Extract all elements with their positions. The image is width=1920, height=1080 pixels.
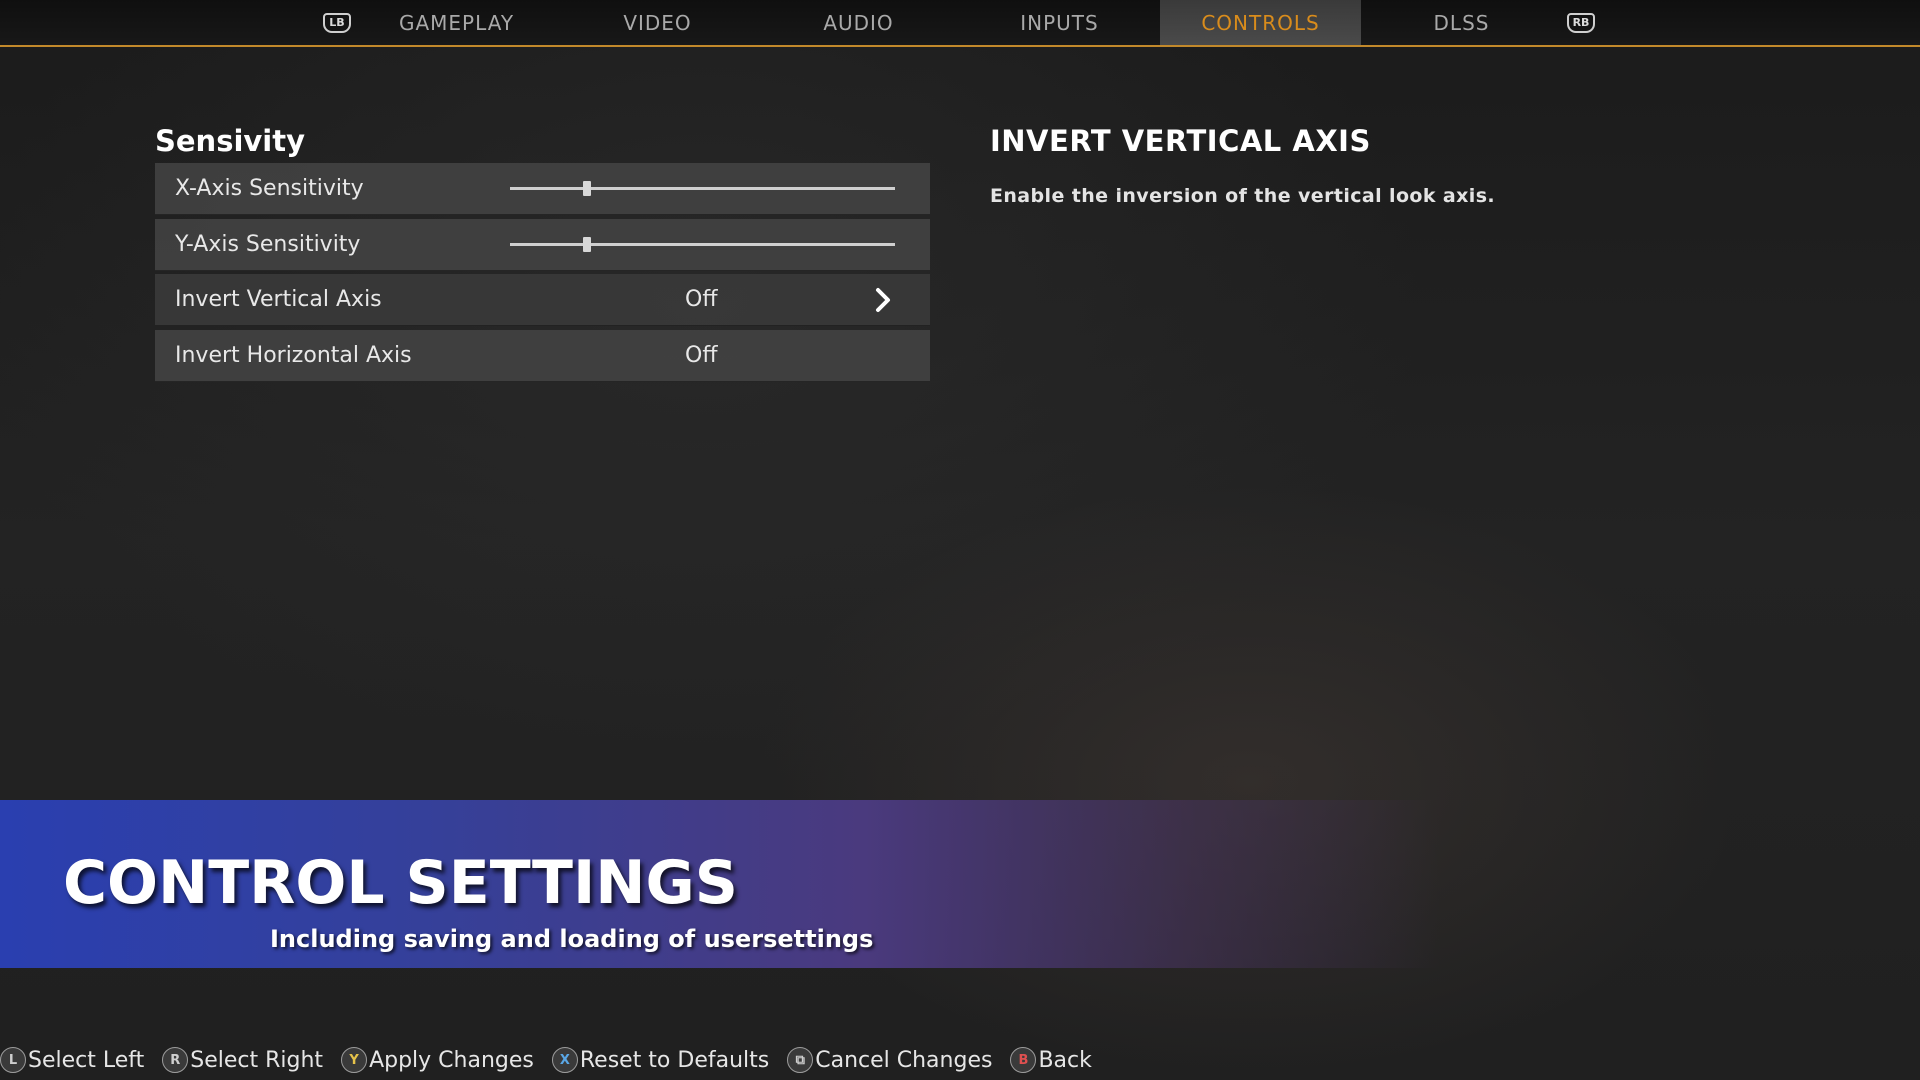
- setting-row-y-axis-sensitivity[interactable]: Y-Axis Sensitivity: [155, 218, 930, 271]
- hint-label: Reset to Defaults: [579, 1047, 770, 1073]
- hint-select-right[interactable]: R Select Right: [162, 1047, 323, 1073]
- rb-bumper-icon[interactable]: RB: [1562, 0, 1600, 45]
- top-tab-bar: LB GAMEPLAY VIDEO AUDIO INPUTS CONTROLS …: [0, 0, 1920, 47]
- setting-row-invert-horizontal-axis[interactable]: Invert Horizontal Axis Off: [155, 329, 930, 382]
- y-button-icon: Y: [341, 1047, 368, 1073]
- hint-label: Apply Changes: [369, 1047, 534, 1073]
- chevron-right-icon[interactable]: [870, 287, 896, 313]
- tab-dlss[interactable]: DLSS: [1361, 0, 1562, 45]
- hint-reset-to-defaults[interactable]: X Reset to Defaults: [551, 1047, 770, 1073]
- setting-row-x-axis-sensitivity[interactable]: X-Axis Sensitivity: [155, 163, 930, 215]
- setting-label: Invert Vertical Axis: [175, 287, 382, 312]
- x-axis-sensitivity-slider[interactable]: [510, 181, 895, 196]
- hint-apply-changes[interactable]: Y Apply Changes: [341, 1047, 534, 1073]
- button-hints: L Select Left R Select Right Y Apply Cha…: [0, 1040, 1110, 1080]
- hint-back[interactable]: B Back: [1010, 1047, 1092, 1073]
- setting-row-invert-vertical-axis[interactable]: Invert Vertical Axis Off: [155, 274, 930, 326]
- description-text: Enable the inversion of the vertical loo…: [990, 185, 1496, 207]
- page-subtitle: Including saving and loading of usersett…: [270, 925, 874, 953]
- slider-knob[interactable]: [583, 236, 591, 252]
- tab-audio[interactable]: AUDIO: [758, 0, 959, 45]
- x-button-icon: X: [551, 1047, 578, 1073]
- tab-gameplay[interactable]: GAMEPLAY: [356, 0, 557, 45]
- left-stick-icon: L: [0, 1047, 26, 1073]
- page-banner: CONTROL SETTINGS Including saving and lo…: [0, 800, 1920, 968]
- tab-list: LB GAMEPLAY VIDEO AUDIO INPUTS CONTROLS …: [318, 0, 1600, 45]
- tab-controls[interactable]: CONTROLS: [1160, 0, 1361, 45]
- lb-bumper-icon[interactable]: LB: [318, 0, 356, 45]
- description-title: INVERT VERTICAL AXIS: [990, 124, 1371, 158]
- setting-value: Off: [685, 287, 718, 312]
- hint-label: Select Right: [190, 1047, 324, 1073]
- setting-label: Y-Axis Sensitivity: [175, 231, 361, 257]
- settings-list: X-Axis Sensitivity Y-Axis Sensitivity In…: [155, 163, 930, 385]
- hint-label: Cancel Changes: [815, 1047, 993, 1073]
- section-title: Sensivity: [155, 124, 306, 158]
- slider-knob[interactable]: [583, 181, 591, 196]
- y-axis-sensitivity-slider[interactable]: [510, 236, 895, 252]
- hint-label: Select Left: [28, 1047, 145, 1073]
- page-title: CONTROL SETTINGS: [63, 848, 738, 918]
- tab-inputs[interactable]: INPUTS: [959, 0, 1160, 45]
- right-stick-icon: R: [162, 1047, 189, 1073]
- tab-video[interactable]: VIDEO: [557, 0, 758, 45]
- b-button-icon: B: [1010, 1047, 1037, 1073]
- view-button-icon: ⧉: [787, 1047, 814, 1073]
- setting-value: Off: [685, 342, 718, 368]
- hint-cancel-changes[interactable]: ⧉ Cancel Changes: [787, 1047, 992, 1073]
- hint-label: Back: [1038, 1047, 1092, 1073]
- setting-label: Invert Horizontal Axis: [175, 342, 412, 368]
- control-settings-screen: LB GAMEPLAY VIDEO AUDIO INPUTS CONTROLS …: [0, 0, 1920, 1080]
- hint-select-left[interactable]: L Select Left: [0, 1047, 144, 1073]
- setting-label: X-Axis Sensitivity: [175, 176, 364, 201]
